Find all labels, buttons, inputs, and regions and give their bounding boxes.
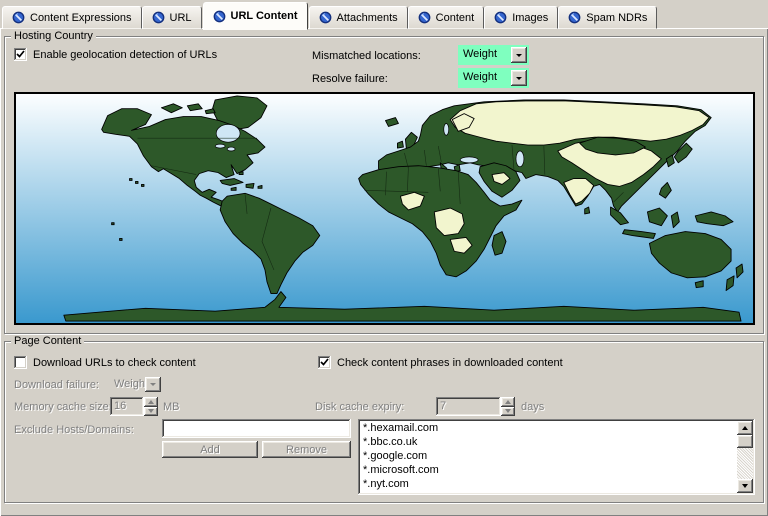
blocked-orb-icon (494, 11, 507, 24)
memory-cache-input: 16 (110, 397, 144, 416)
black-sea (460, 157, 478, 163)
caspian-sea (516, 151, 524, 167)
tab-label: URL (170, 12, 192, 24)
spin-up-button (144, 397, 158, 407)
world-map (14, 92, 755, 325)
highlighted-region-russia (450, 101, 709, 145)
tab-bar: Content Expressions URL URL Content Attachm… (0, 0, 768, 29)
tab-label: Images (512, 12, 548, 24)
dropdown-button (145, 377, 161, 392)
landmass-philippines (659, 182, 671, 198)
exclude-hosts-list-items: *.hexamail.com*.bbc.co.uk*.google.com*.m… (360, 421, 737, 493)
disk-cache-unit: days (521, 401, 544, 414)
resolve-failure-label: Resolve failure: (312, 73, 388, 86)
disk-cache-stepper (501, 397, 515, 416)
list-item[interactable]: *.google.com (360, 449, 737, 463)
blocked-orb-icon (319, 11, 332, 24)
hosting-country-title: Hosting Country (11, 30, 96, 43)
landmass-south-america (220, 193, 320, 293)
landmass-antarctica (64, 292, 741, 321)
dropdown-button[interactable] (511, 47, 527, 63)
page-content-title: Page Content (11, 335, 84, 348)
triangle-down-icon (505, 409, 511, 416)
exclude-hosts-list[interactable]: *.hexamail.com*.bbc.co.uk*.google.com*.m… (358, 419, 755, 495)
checkmark-icon (16, 50, 25, 59)
tab-label: Content (436, 12, 475, 24)
blocked-orb-icon (568, 11, 581, 24)
landmass-new-guinea (695, 212, 733, 226)
triangle-down-icon (148, 409, 154, 416)
exclude-hosts-label: Exclude Hosts/Domains: (14, 424, 134, 437)
resolve-failure-select[interactable]: Weight (458, 68, 529, 88)
scroll-down-button[interactable] (737, 479, 753, 493)
disk-cache-input: 7 (436, 397, 501, 416)
chevron-down-icon (516, 77, 522, 83)
tab-url-content[interactable]: URL Content (203, 2, 308, 30)
blocked-orb-icon (418, 11, 431, 24)
landmass-cuba (220, 179, 243, 186)
landmass-iceland (385, 118, 398, 127)
landmass-australia (649, 232, 731, 278)
download-failure-select: Weight (110, 375, 163, 394)
triangle-up-icon (505, 397, 511, 404)
spin-down-button (501, 407, 515, 417)
blocked-orb-icon (12, 11, 25, 24)
highlighted-region-india (564, 179, 594, 205)
download-urls-checkbox[interactable] (14, 356, 27, 369)
disk-cache-label: Disk cache expiry: (315, 401, 404, 414)
list-item[interactable]: *.hexamail.com (360, 421, 737, 435)
enable-geolocation-checkbox[interactable] (14, 48, 27, 61)
spin-up-button (501, 397, 515, 407)
tab-label: Attachments (337, 12, 398, 24)
triangle-up-icon (742, 423, 748, 430)
baltic-sea (444, 123, 449, 135)
add-button[interactable]: Add (162, 441, 258, 458)
tab-images[interactable]: Images (484, 6, 558, 29)
exclude-hosts-input[interactable] (162, 419, 351, 438)
vertical-scrollbar[interactable] (737, 421, 753, 493)
triangle-up-icon (148, 397, 154, 404)
blocked-orb-icon (152, 11, 165, 24)
list-item[interactable]: *.nyt.com (360, 477, 737, 491)
scroll-up-button[interactable] (737, 421, 753, 435)
list-item[interactable]: *.bbc.co.uk (360, 435, 737, 449)
memory-cache-unit: MB (163, 401, 180, 414)
url-content-settings-window: Content Expressions URL URL Content Attachm… (0, 0, 768, 516)
list-item[interactable]: *.microsoft.com (360, 463, 737, 477)
triangle-down-icon (742, 484, 748, 491)
mismatched-locations-label: Mismatched locations: (312, 50, 421, 63)
remove-button[interactable]: Remove (262, 441, 351, 458)
scrollbar-thumb[interactable] (737, 435, 753, 448)
check-phrases-label: Check content phrases in downloaded cont… (337, 357, 563, 370)
mismatched-locations-select[interactable]: Weight (458, 45, 529, 65)
dropdown-button[interactable] (511, 70, 527, 86)
download-failure-label: Download failure: (14, 379, 99, 392)
tab-label: URL Content (231, 10, 298, 22)
blocked-orb-icon (213, 10, 226, 23)
chevron-down-icon (516, 54, 522, 60)
tab-url[interactable]: URL (142, 6, 202, 29)
tab-label: Content Expressions (30, 12, 132, 24)
memory-cache-label: Memory cache size: (14, 401, 112, 414)
download-urls-label: Download URLs to check content (33, 357, 196, 370)
tab-spam-ndrs[interactable]: Spam NDRs (558, 6, 657, 29)
checkmark-icon (320, 358, 329, 367)
tab-label: Spam NDRs (586, 12, 647, 24)
memory-cache-stepper (144, 397, 158, 416)
check-phrases-checkbox[interactable] (318, 356, 331, 369)
chevron-down-icon (150, 383, 156, 389)
hudson-bay (216, 124, 240, 142)
landmass-borneo (647, 208, 667, 226)
landmass-madagascar (492, 232, 506, 256)
world-map-svg (16, 94, 753, 323)
hawaii-islands (130, 179, 132, 181)
spin-down-button (144, 407, 158, 417)
tab-content-expressions[interactable]: Content Expressions (2, 6, 142, 29)
enable-geolocation-label: Enable geolocation detection of URLs (33, 49, 217, 62)
tab-content[interactable]: Content (408, 6, 485, 29)
tab-attachments[interactable]: Attachments (309, 6, 408, 29)
